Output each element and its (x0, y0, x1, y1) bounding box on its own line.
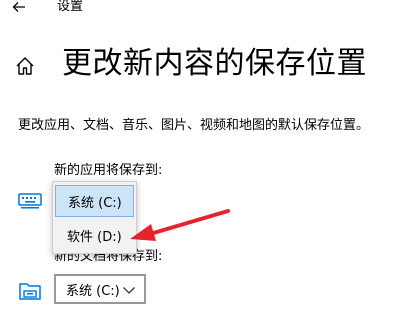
chevron-down-icon (123, 287, 135, 294)
home-icon (16, 57, 34, 75)
docs-location-value: 系统 (C:) (66, 283, 120, 299)
keyboard-icon (18, 191, 42, 209)
folder-drive-icon (18, 280, 42, 300)
back-arrow-icon (12, 2, 25, 12)
page-title: 更改新内容的保存位置 (62, 46, 367, 81)
docs-location-select[interactable]: 系统 (C:) (54, 274, 146, 304)
page-description: 更改应用、文档、音乐、图片、视频和地图的默认保存位置。 (18, 118, 370, 133)
back-button[interactable] (8, 0, 30, 14)
apps-save-label: 新的应用将保存到: (54, 163, 163, 178)
annotation-arrow-icon (130, 209, 230, 241)
window-title: 设置 (57, 0, 84, 14)
home-button[interactable] (14, 55, 36, 77)
